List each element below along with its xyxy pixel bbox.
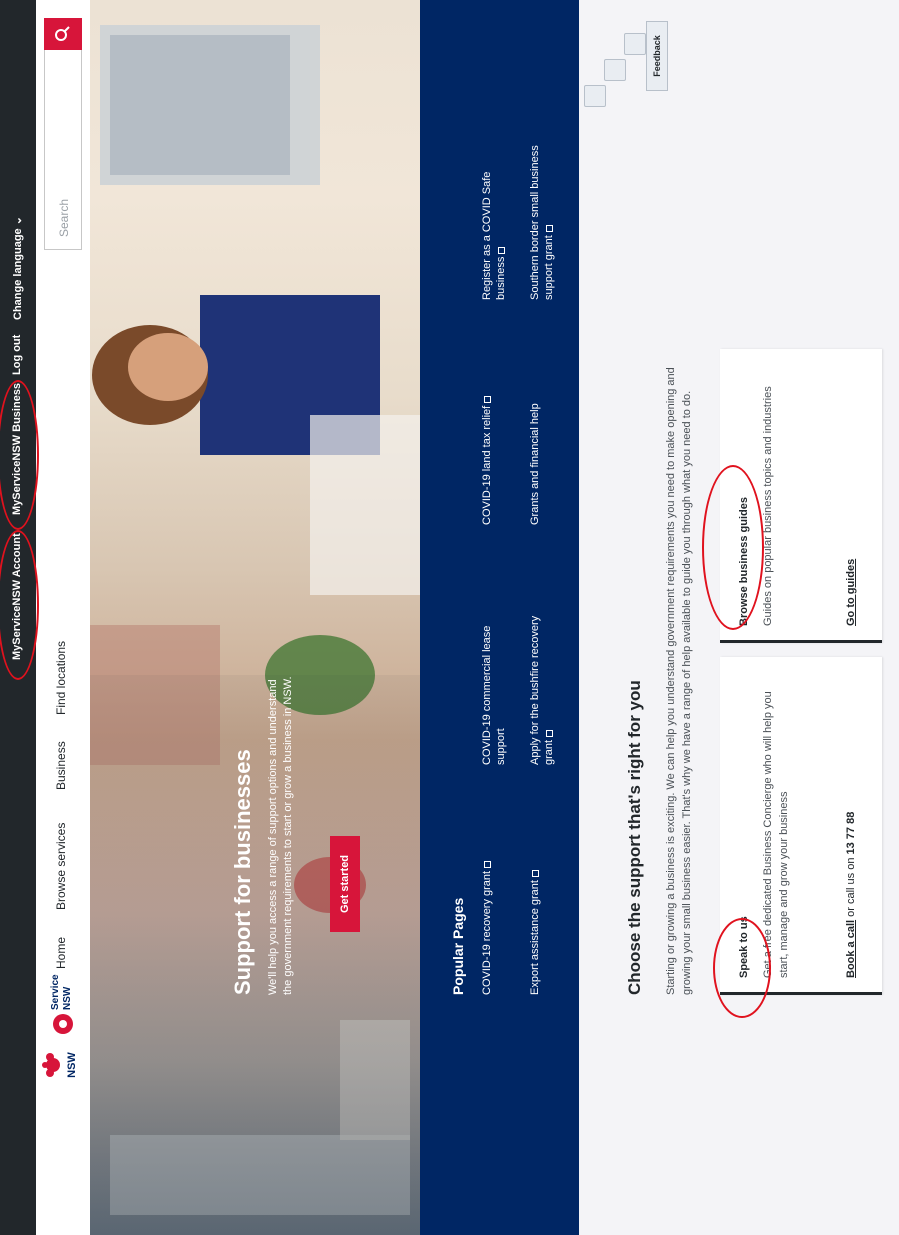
external-link-icon [497, 246, 505, 254]
utility-bar: MyServiceNSW Account MyServiceNSW Busine… [0, 0, 36, 1235]
change-language-link[interactable]: Change language ⌄ [11, 216, 24, 320]
feedback-comment-button[interactable] [624, 33, 646, 55]
popular-link[interactable]: Grants and financial help [528, 325, 542, 525]
external-link-icon [531, 870, 539, 878]
speak-to-us-card: Speak to us Get a free dedicated Busines… [720, 657, 882, 995]
feedback-widget: Feedback [580, 17, 690, 113]
call-us-text: or call us on [845, 854, 857, 920]
feedback-tab[interactable]: Feedback [646, 21, 668, 91]
phone-number-link[interactable]: 13 77 88 [845, 812, 857, 855]
page-canvas: MyServiceNSW Account MyServiceNSW Busine… [0, 0, 899, 1235]
search-icon [55, 26, 70, 41]
get-started-button[interactable]: Get started [330, 836, 360, 932]
popular-link[interactable]: Apply for the bushfire recovery grant [528, 595, 556, 765]
book-a-call-link[interactable]: Book a call [845, 920, 857, 978]
nsw-logo-text: NSW [66, 1052, 78, 1078]
popular-link[interactable]: COVID-19 land tax relief [480, 325, 494, 525]
popular-link[interactable]: Export assistance grant [528, 795, 542, 995]
external-link-icon [483, 860, 491, 868]
popular-link-label: COVID-19 commercial lease support [481, 625, 507, 765]
card-title: Speak to us [738, 916, 750, 978]
card-title: Browse business guides [738, 497, 750, 626]
popular-link[interactable]: COVID-19 recovery grant [480, 795, 494, 995]
nsw-waratah-logo[interactable]: NSW [42, 1043, 80, 1087]
hero-description: We'll help you access a range of support… [267, 676, 294, 995]
support-section-title: Choose the support that's right for you [625, 680, 644, 995]
popular-link-label: COVID-19 recovery grant [481, 870, 493, 995]
external-link-icon [545, 225, 553, 233]
go-to-guides-link[interactable]: Go to guides [845, 559, 857, 626]
popular-link-label: Southern border small business support g… [529, 145, 555, 300]
support-section-description: Starting or growing a business is exciti… [665, 367, 693, 995]
popular-pages-title: Popular Pages [450, 897, 466, 995]
myservicensw-business-link[interactable]: MyServiceNSW Business [11, 383, 23, 515]
popular-link-label: Apply for the bushfire recovery grant [529, 615, 555, 765]
popular-link[interactable]: Southern border small business support g… [528, 125, 556, 300]
log-out-link[interactable]: Log out [11, 335, 23, 375]
popular-link-label: COVID-19 land tax relief [481, 405, 493, 525]
nav-home[interactable]: Home [54, 937, 68, 969]
popular-pages-section: Popular Pages COVID-19 recovery grant CO… [420, 0, 579, 1235]
search-box [44, 18, 82, 250]
popular-link[interactable]: Register as a COVID Safe business [480, 140, 508, 300]
popular-link-label: Register as a COVID Safe business [481, 171, 507, 300]
card-description: Guides on popular business topics and in… [762, 386, 774, 626]
search-input[interactable] [53, 55, 75, 239]
feedback-share-button[interactable] [584, 85, 606, 107]
business-guides-card: Browse business guides Guides on popular… [720, 349, 882, 643]
hero-banner: Support for businesses We'll help you ac… [90, 0, 420, 1235]
popular-link-label: Grants and financial help [529, 403, 541, 525]
external-link-icon [483, 395, 491, 403]
nav-business[interactable]: Business [54, 741, 68, 790]
popular-link-label: Export assistance grant [529, 880, 541, 995]
card-description: Get a free dedicated Business Concierge … [762, 691, 790, 978]
service-nsw-logo-text: Service NSW [50, 974, 73, 1010]
card-link-line: Book a call or call us on 13 77 88 [845, 812, 857, 978]
feedback-note-button[interactable] [604, 59, 626, 81]
nav-find-locations[interactable]: Find locations [54, 641, 68, 715]
search-button[interactable] [44, 18, 82, 50]
hero-title: Support for businesses [230, 749, 255, 995]
external-link-icon [545, 729, 553, 737]
nav-browse-services[interactable]: Browse services [54, 823, 68, 910]
popular-link[interactable]: COVID-19 commercial lease support [480, 595, 508, 765]
myservicensw-account-link[interactable]: MyServiceNSW Account [11, 533, 23, 660]
site-header: NSW Service NSW Home Browse services Bus… [36, 0, 90, 1235]
card-link-line: Go to guides [845, 559, 857, 626]
service-nsw-logo[interactable]: Service NSW [44, 974, 82, 1035]
